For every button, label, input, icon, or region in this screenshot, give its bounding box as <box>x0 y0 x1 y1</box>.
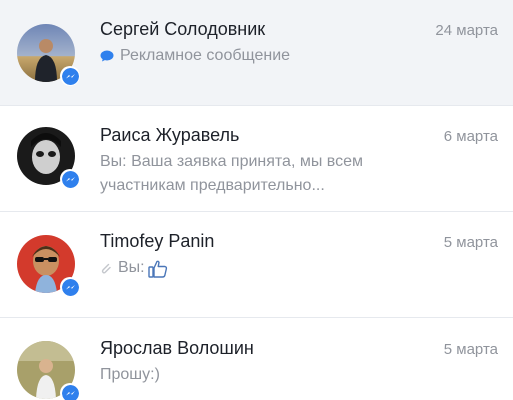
message-date: 6 марта <box>443 128 498 145</box>
preview-text: Вы: <box>118 259 145 276</box>
conversation-row-sergey[interactable]: Сергей Солодовник 24 марта Рекламное соо… <box>0 0 513 106</box>
avatar-wrap <box>17 127 80 189</box>
avatar-wrap <box>17 235 80 297</box>
conversation-list: Сергей Солодовник 24 марта Рекламное соо… <box>0 0 513 400</box>
message-date: 24 марта <box>435 22 498 39</box>
conversation-row-yaroslav[interactable]: Ярослав Волошин 5 марта Прошу:) <box>0 318 513 400</box>
message-date: 5 марта <box>443 341 498 358</box>
messenger-badge-icon <box>60 66 80 86</box>
contact-name: Timofey Panin <box>100 231 215 251</box>
preview-text: Рекламное сообщение <box>120 47 291 64</box>
preview-text-line-1: Вы: Ваша заявка принята, мы всем <box>100 153 364 170</box>
avatar-wrap <box>17 341 80 400</box>
messenger-badge-icon <box>60 169 80 189</box>
message-preview: Вы: Ваша заявка принята, мы всем участни… <box>100 150 440 198</box>
message-preview: Вы: <box>100 256 440 280</box>
messenger-badge-icon <box>60 277 80 297</box>
messenger-badge-icon <box>60 383 80 400</box>
message-preview: Рекламное сообщение <box>100 44 440 68</box>
contact-name: Ярослав Волошин <box>100 338 254 358</box>
conversation-row-timofey[interactable]: Timofey Panin 5 марта Вы: <box>0 212 513 318</box>
contact-name: Раиса Журавель <box>100 125 240 145</box>
contact-name: Сергей Солодовник <box>100 19 266 39</box>
avatar-wrap <box>17 24 80 86</box>
preview-text: Прошу:) <box>100 366 160 383</box>
preview-text-line-2: участникам предварительно... <box>100 177 325 194</box>
thumbs-up-icon <box>147 260 167 278</box>
conversation-row-raisa[interactable]: Раиса Журавель 6 марта Вы: Ваша заявка п… <box>0 106 513 212</box>
paperclip-icon <box>101 263 111 274</box>
message-date: 5 марта <box>443 234 498 251</box>
message-preview: Прошу:) <box>100 363 440 387</box>
speech-bubble-icon <box>100 50 114 62</box>
